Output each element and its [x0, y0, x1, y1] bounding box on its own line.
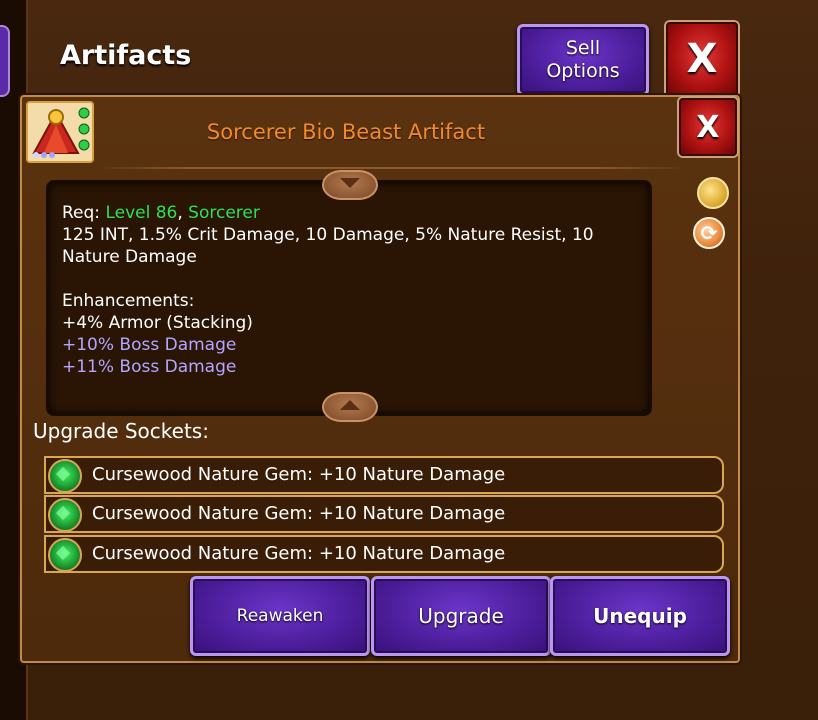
page-title: Artifacts [60, 40, 192, 71]
divider [96, 167, 688, 169]
item-description: Req: Level 86, Sorcerer 125 INT, 1.5% Cr… [62, 202, 642, 378]
side-tab[interactable] [0, 25, 10, 97]
close-window-button[interactable]: X [666, 22, 738, 96]
unequip-label: Unequip [593, 604, 687, 628]
unequip-button[interactable]: Unequip [550, 576, 730, 656]
enhancement-line: +4% Armor (Stacking) [62, 313, 253, 333]
socket-text: Cursewood Nature Gem: +10 Nature Damage [92, 543, 506, 564]
req-level: Level 86 [105, 203, 178, 223]
req-class: Sorcerer [188, 203, 260, 223]
item-name: Sorcerer Bio Beast Artifact [206, 120, 486, 144]
scroll-up-icon[interactable] [322, 392, 378, 422]
socket-row[interactable]: Cursewood Nature Gem: +10 Nature Damage [44, 535, 724, 573]
gold-bag-icon[interactable] [697, 177, 729, 209]
close-icon: X [686, 36, 718, 82]
socket-text: Cursewood Nature Gem: +10 Nature Damage [92, 503, 506, 524]
socket-text: Cursewood Nature Gem: +10 Nature Damage [92, 464, 506, 485]
enhancement-line-highlight: +11% Boss Damage [62, 357, 237, 377]
scroll-down-icon[interactable] [322, 170, 378, 200]
close-icon: X [696, 109, 720, 145]
close-panel-button[interactable]: X [679, 98, 737, 156]
nature-gem-icon [48, 498, 82, 532]
socket-row[interactable]: Cursewood Nature Gem: +10 Nature Damage [44, 495, 724, 533]
artifact-icon[interactable] [26, 101, 94, 163]
nature-gem-icon [48, 538, 82, 572]
req-prefix: Req: [62, 203, 106, 223]
sell-options-button[interactable]: Sell Options [517, 24, 649, 96]
enhancement-line-highlight: +10% Boss Damage [62, 335, 237, 355]
sell-options-label: Sell Options [546, 37, 620, 82]
reawaken-button[interactable]: Reawaken [190, 576, 370, 656]
requirement-line: Req: Level 86, Sorcerer [62, 202, 642, 224]
req-separator: , [177, 203, 189, 223]
enhancements-label: Enhancements: [62, 291, 195, 311]
recycle-icon[interactable]: ⟳ [693, 217, 725, 249]
item-stats: 125 INT, 1.5% Crit Damage, 10 Damage, 5%… [62, 225, 594, 267]
socket-row[interactable]: Cursewood Nature Gem: +10 Nature Damage [44, 456, 724, 494]
upgrade-button[interactable]: Upgrade [371, 576, 551, 656]
nature-gem-icon [48, 459, 82, 493]
item-description-box[interactable]: Req: Level 86, Sorcerer 125 INT, 1.5% Cr… [46, 180, 652, 416]
reawaken-label: Reawaken [236, 606, 324, 626]
upgrade-label: Upgrade [418, 604, 504, 628]
sockets-label: Upgrade Sockets: [33, 419, 209, 443]
